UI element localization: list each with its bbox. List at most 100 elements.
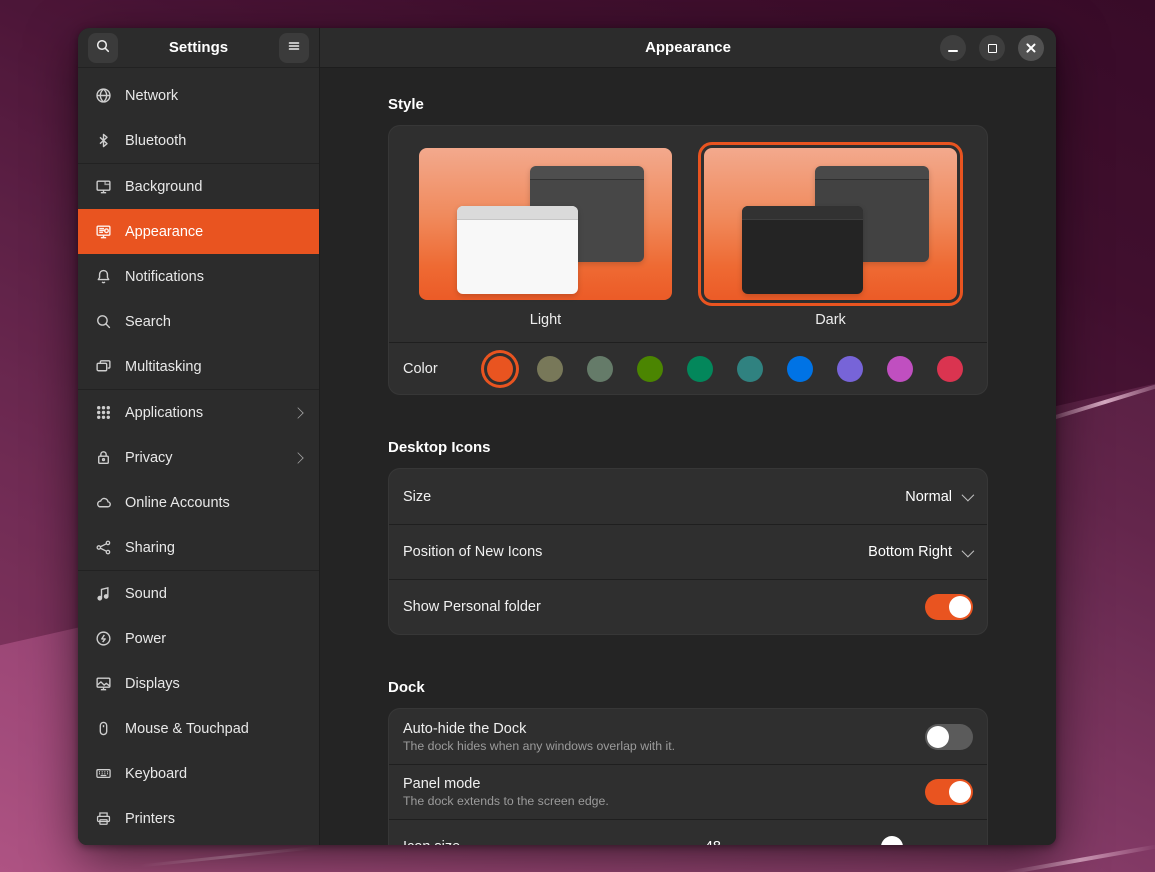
color-swatch-orange[interactable]: [487, 356, 513, 382]
search-icon: [95, 38, 111, 57]
style-options: [389, 126, 987, 300]
sidebar-item-label: Online Accounts: [125, 495, 230, 511]
sidebar-item-label: Displays: [125, 676, 180, 692]
toggle-knob: [927, 726, 949, 748]
sidebar-item-power[interactable]: Power: [78, 616, 319, 661]
desktop-icons-card: Size Normal Position of New Icons Bottom…: [388, 468, 988, 635]
style-option-dark[interactable]: [704, 148, 957, 300]
position-value: Bottom Right: [868, 544, 952, 560]
color-swatch-bark[interactable]: [537, 356, 563, 382]
window-controls: [940, 28, 1044, 68]
main-panel: Appearance Style: [320, 28, 1056, 845]
desktop-wallpaper: Settings Network Bluetooth: [0, 0, 1155, 872]
sidebar-item-privacy[interactable]: Privacy: [78, 435, 319, 480]
color-swatch-purple[interactable]: [837, 356, 863, 382]
sidebar-header: Settings: [78, 28, 319, 68]
position-of-new-icons-row[interactable]: Position of New Icons Bottom Right: [389, 524, 987, 579]
style-section-heading: Style: [388, 96, 988, 114]
sidebar-item-printers[interactable]: Printers: [78, 796, 319, 841]
sidebar-item-label: Keyboard: [125, 766, 187, 782]
page-title: Appearance: [645, 39, 731, 56]
sidebar-item-label: Appearance: [125, 224, 203, 240]
dock-card: Auto-hide the Dock The dock hides when a…: [388, 708, 988, 845]
style-option-light[interactable]: [419, 148, 672, 300]
sidebar-item-label: Multitasking: [125, 359, 202, 375]
toggle-knob: [949, 781, 971, 803]
chevron-down-icon: [962, 489, 975, 502]
sidebar-item-sound[interactable]: Sound: [78, 571, 319, 616]
chevron-down-icon: [962, 544, 975, 557]
accent-color-row: Color: [389, 343, 987, 394]
color-swatch-prussian-green[interactable]: [737, 356, 763, 382]
bluetooth-icon: [94, 132, 112, 150]
app-title: Settings: [169, 39, 228, 56]
accent-color-swatches: [487, 356, 963, 382]
sidebar-item-background[interactable]: Background: [78, 164, 319, 209]
close-button[interactable]: [1018, 35, 1044, 61]
show-personal-folder-row: Show Personal folder: [389, 579, 987, 634]
sidebar-item-sharing[interactable]: Sharing: [78, 525, 319, 570]
show-personal-folder-toggle[interactable]: [925, 594, 973, 620]
printer-icon: [94, 810, 112, 828]
style-option-dark-label: Dark: [704, 312, 957, 328]
color-swatch-blue[interactable]: [787, 356, 813, 382]
menu-button[interactable]: [279, 33, 309, 63]
sidebar-item-notifications[interactable]: Notifications: [78, 254, 319, 299]
color-swatch-viridian[interactable]: [687, 356, 713, 382]
network-globe-icon: [94, 87, 112, 105]
color-swatch-red[interactable]: [937, 356, 963, 382]
sidebar-item-keyboard[interactable]: Keyboard: [78, 751, 319, 796]
preview-front-window: [457, 206, 578, 294]
sidebar-item-online-accounts[interactable]: Online Accounts: [78, 480, 319, 525]
display-monitor-icon: [94, 675, 112, 693]
style-option-labels: Light Dark: [389, 312, 987, 342]
sidebar-item-mouse-touchpad[interactable]: Mouse & Touchpad: [78, 706, 319, 751]
panel-mode-toggle[interactable]: [925, 779, 973, 805]
sidebar-item-search[interactable]: Search: [78, 299, 319, 344]
minimize-icon: [948, 50, 958, 52]
hamburger-icon: [286, 38, 302, 57]
settings-scroll-area[interactable]: Style Li: [320, 68, 1056, 845]
color-swatch-sage[interactable]: [587, 356, 613, 382]
settings-window: Settings Network Bluetooth: [78, 28, 1056, 845]
sidebar-item-label: Search: [125, 314, 171, 330]
maximize-icon: [988, 44, 997, 53]
size-value: Normal: [905, 489, 952, 505]
auto-hide-dock-label: Auto-hide the Dock: [403, 721, 675, 737]
auto-hide-dock-subtitle: The dock hides when any windows overlap …: [403, 739, 675, 753]
search-button[interactable]: [88, 33, 118, 63]
sidebar-item-applications[interactable]: Applications: [78, 390, 319, 435]
slider-knob[interactable]: [881, 836, 903, 845]
sidebar-item-multitasking[interactable]: Multitasking: [78, 344, 319, 389]
sidebar-item-network[interactable]: Network: [78, 73, 319, 118]
sidebar-item-label: Privacy: [125, 450, 173, 466]
show-personal-folder-label: Show Personal folder: [403, 599, 541, 615]
auto-hide-dock-toggle[interactable]: [925, 724, 973, 750]
sidebar-item-label: Mouse & Touchpad: [125, 721, 249, 737]
sidebar-item-label: Network: [125, 88, 178, 104]
sidebar-item-displays[interactable]: Displays: [78, 661, 319, 706]
panel-mode-row: Panel mode The dock extends to the scree…: [389, 764, 987, 819]
keyboard-icon: [94, 765, 112, 783]
mouse-icon: [94, 720, 112, 738]
sidebar-item-label: Sharing: [125, 540, 175, 556]
style-card: Light Dark Color: [388, 125, 988, 395]
music-note-icon: [94, 585, 112, 603]
icon-size-row: Icon size 48: [389, 819, 987, 845]
minimize-button[interactable]: [940, 35, 966, 61]
sidebar-item-bluetooth[interactable]: Bluetooth: [78, 118, 319, 163]
preview-front-window: [742, 206, 863, 294]
sidebar: Settings Network Bluetooth: [78, 28, 320, 845]
size-row[interactable]: Size Normal: [389, 469, 987, 524]
sidebar-item-label: Background: [125, 179, 202, 195]
size-label: Size: [403, 489, 431, 505]
color-swatch-olive[interactable]: [637, 356, 663, 382]
maximize-button[interactable]: [979, 35, 1005, 61]
auto-hide-dock-row: Auto-hide the Dock The dock hides when a…: [389, 709, 987, 764]
sidebar-item-appearance[interactable]: Appearance: [78, 209, 319, 254]
color-swatch-magenta[interactable]: [887, 356, 913, 382]
style-option-light-label: Light: [419, 312, 672, 328]
chevron-right-icon: [292, 452, 303, 463]
cloud-icon: [94, 494, 112, 512]
desktop-icons-section-heading: Desktop Icons: [388, 439, 988, 457]
